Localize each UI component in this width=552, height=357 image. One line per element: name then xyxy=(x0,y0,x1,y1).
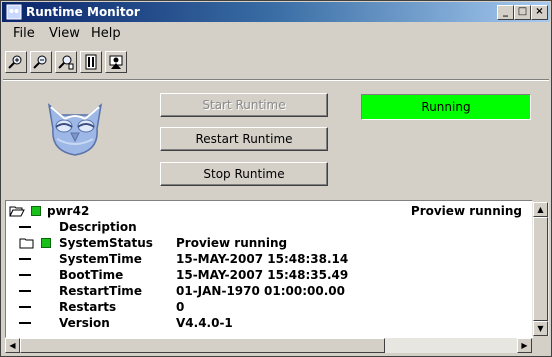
close-button[interactable]: × xyxy=(531,5,548,20)
stop-runtime-button[interactable]: Stop Runtime xyxy=(160,162,328,186)
runtime-monitor-window: Runtime Monitor _ □ × File View Help Sta… xyxy=(0,0,552,357)
tree-item-value: 0 xyxy=(176,300,185,314)
leaf-attribute-icon xyxy=(19,274,31,276)
zoom-out-icon xyxy=(33,55,47,69)
start-runtime-button[interactable]: Start Runtime xyxy=(160,93,328,117)
tree-item[interactable]: Version V4.4.0-1 xyxy=(6,315,526,331)
restart-runtime-button[interactable]: Restart Runtime xyxy=(160,127,328,151)
tree-item-value: V4.4.0-1 xyxy=(176,316,233,330)
tree-root-row[interactable]: pwr42 Proview running xyxy=(6,203,526,219)
proview-owl-logo xyxy=(47,103,103,156)
closed-folder-icon xyxy=(19,238,34,249)
runtime-status-indicator: Running xyxy=(361,94,531,120)
tree-item-name: Restarts xyxy=(59,300,117,314)
tree-item[interactable]: BootTime 15-MAY-2007 15:48:35.49 xyxy=(6,267,526,283)
zoom-reset-icon xyxy=(58,55,74,70)
horizontal-scrollbar[interactable]: ◀ ▶ xyxy=(5,338,532,353)
tree-item-name: SystemStatus xyxy=(59,236,153,250)
tree-item-name: Version xyxy=(59,316,110,330)
leaf-attribute-icon xyxy=(19,258,31,260)
open-graph-icon xyxy=(85,54,97,70)
leaf-attribute-icon xyxy=(19,290,31,292)
tree-item-name: Description xyxy=(59,220,137,234)
tree-item-name: SystemTime xyxy=(59,252,142,266)
window-title: Runtime Monitor xyxy=(26,5,140,19)
tree-item-value: 15-MAY-2007 15:48:38.14 xyxy=(176,252,349,266)
menu-view[interactable]: View xyxy=(49,26,80,41)
tree-item[interactable]: RestartTime 01-JAN-1970 01:00:00.00 xyxy=(6,283,526,299)
maximize-button[interactable]: □ xyxy=(514,5,531,20)
zoom-reset-button[interactable] xyxy=(55,51,77,73)
leaf-attribute-icon xyxy=(19,306,31,308)
open-graph-button[interactable] xyxy=(80,51,102,73)
tree-item[interactable]: Description xyxy=(6,219,526,235)
tree-item-value: 01-JAN-1970 01:00:00.00 xyxy=(176,284,345,298)
zoom-in-button[interactable] xyxy=(5,51,27,73)
app-icon xyxy=(6,4,22,20)
tree-item-name: RestartTime xyxy=(59,284,142,298)
tree-item[interactable]: SystemStatus Proview running xyxy=(6,235,526,251)
system-tree: pwr42 Proview running Description System… xyxy=(5,200,533,338)
leaf-attribute-icon xyxy=(19,226,31,228)
open-folder-icon xyxy=(9,206,25,217)
zoom-out-button[interactable] xyxy=(30,51,52,73)
status-green-icon xyxy=(41,238,51,248)
tree-item[interactable]: SystemTime 15-MAY-2007 15:48:38.14 xyxy=(6,251,526,267)
zoom-in-icon xyxy=(8,55,22,69)
status-green-icon xyxy=(31,206,41,216)
tree-root-name: pwr42 xyxy=(47,204,90,218)
tree-item-name: BootTime xyxy=(59,268,124,282)
menu-help[interactable]: Help xyxy=(91,26,121,41)
scroll-down-button[interactable]: ▼ xyxy=(533,321,548,336)
toolbar-separator xyxy=(3,79,549,81)
horizontal-scroll-thumb[interactable] xyxy=(20,338,385,353)
menu-file[interactable]: File xyxy=(13,26,35,41)
tree-item-value: Proview running xyxy=(176,236,288,250)
tree-item[interactable]: Restarts 0 xyxy=(6,299,526,315)
minimize-button[interactable]: _ xyxy=(497,5,514,20)
scroll-up-button[interactable]: ▲ xyxy=(533,202,548,217)
vertical-scroll-thumb[interactable] xyxy=(533,217,548,321)
object-display-icon xyxy=(109,55,123,69)
leaf-attribute-icon xyxy=(19,322,31,324)
tree-item-value: 15-MAY-2007 15:48:35.49 xyxy=(176,268,349,282)
tree-root-status: Proview running xyxy=(410,204,522,218)
vertical-scrollbar[interactable]: ▲ ▼ xyxy=(532,202,549,336)
title-bar[interactable]: Runtime Monitor _ □ × xyxy=(2,2,550,22)
scroll-right-button[interactable]: ▶ xyxy=(517,338,532,353)
scroll-left-button[interactable]: ◀ xyxy=(5,338,20,353)
object-display-button[interactable] xyxy=(105,51,127,73)
